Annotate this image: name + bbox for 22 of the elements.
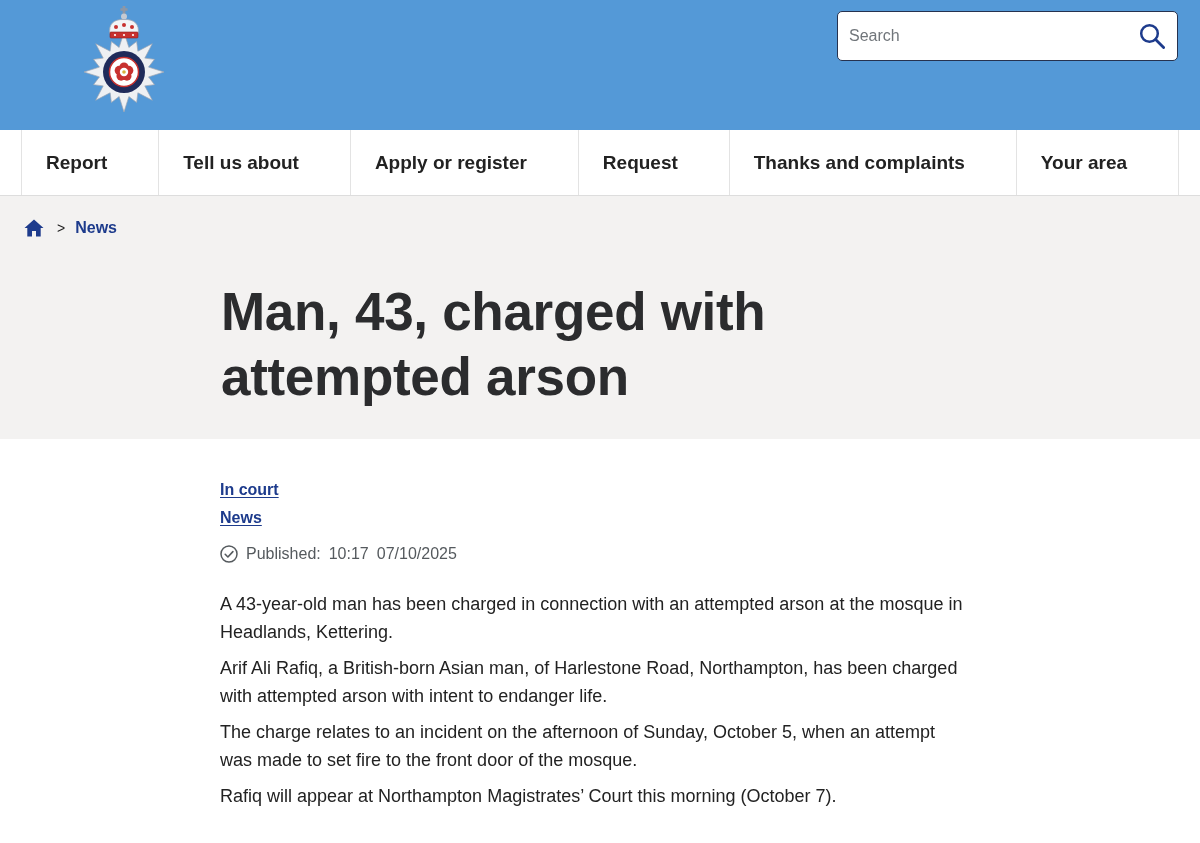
nav-link[interactable]: Report [21,130,159,195]
article-title: Man, 43, charged with attempted arson [221,281,767,408]
article-paragraph: The charge relates to an incident on the afternoon of Sunday, October 5, when an attempt was made to set fire to the front door of the mosque. [220,721,937,772]
home-icon[interactable] [24,219,44,237]
published-time: 10:17 [328,545,369,563]
published-label: Published: [246,545,321,563]
category-link[interactable]: In court [220,476,279,504]
check-circle-icon [220,545,238,563]
breadcrumb-link[interactable]: News [75,219,117,237]
article-paragraph: Rafiq will appear at Northampton Magistrates’ Court this morning (October 7). [220,785,838,808]
article-paragraph: A 43-year-old man has been charged in connection with an attempted arson at the mosque in Headlands, Kettering. [220,593,964,644]
nav-link[interactable]: Tell us about [158,130,350,195]
category-link[interactable]: News [220,504,262,532]
published-date: 07/10/2025 [376,545,457,563]
nav-link[interactable]: Request [577,130,729,195]
nav-link[interactable]: Apply or register [349,130,578,195]
nav-link[interactable]: Thanks and complaints [728,130,1016,195]
breadcrumb-separator: > [57,220,66,236]
search-field[interactable]: Search [837,11,1178,61]
article-paragraph: Arif Ali Rafiq, a British-born Asian man, of Harlestone Road, Northampton, has been charged with attempted arson with intent to endanger life. [220,657,959,708]
nav-link[interactable]: Your area [1015,130,1180,195]
search-icon[interactable] [1139,23,1165,49]
